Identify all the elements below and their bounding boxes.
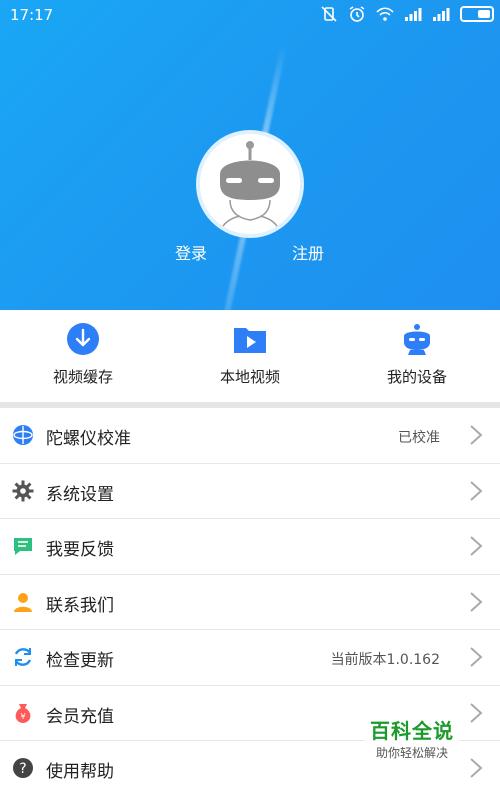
chevron-right-icon [470,702,483,723]
gyro-status: 已校准 [398,430,440,446]
svg-text:¥: ¥ [20,712,25,721]
alarm-icon [349,6,365,22]
menu-label: 陀螺仪校准 [46,429,131,449]
quick-label: 本地视频 [219,368,280,386]
register-link[interactable]: 注册 [292,240,324,264]
money-bag-icon: ¥ [15,703,31,723]
menu-label: 检查更新 [46,651,114,671]
menu-gyro-calibration[interactable]: 陀螺仪校准 已校准 [0,408,500,464]
menu-label: 系统设置 [46,484,114,505]
login-link[interactable]: 登录 [175,240,207,264]
menu-system-settings[interactable]: 系统设置 [0,463,500,519]
status-bar: 17:17 [0,0,500,30]
watermark-title: 百科全说 [370,719,454,743]
chevron-right-icon [470,758,483,778]
signal-icon [405,8,422,21]
download-circle-icon [67,323,99,355]
menu-feedback[interactable]: 我要反馈 [0,519,500,575]
menu-label: 联系我们 [46,595,114,616]
menu-check-update[interactable]: 检查更新 当前版本1.0.162 [0,630,500,686]
gear-icon [12,480,34,501]
watermark: 百科全说 助你轻松解决 [364,713,460,763]
refresh-icon [14,648,32,666]
robot-avatar-icon [200,134,300,234]
quick-video-cache[interactable]: 视频缓存 [0,310,166,402]
quick-label: 视频缓存 [52,368,113,386]
quick-local-video[interactable]: 本地视频 [167,310,333,402]
menu-contact-us[interactable]: 联系我们 [0,574,500,630]
menu-label: 我要反馈 [46,540,114,560]
chevron-right-icon [470,647,483,667]
vibrate-off-icon [321,6,337,22]
profile-header: 17:17 登录 注册 [0,0,500,310]
avatar[interactable] [196,130,304,238]
help-icon: ? [13,758,33,778]
chevron-right-icon [470,480,483,501]
chevron-right-icon [470,591,483,612]
gyroscope-icon [13,425,33,445]
wifi-icon [376,7,394,21]
battery-icon [460,6,494,22]
menu-label: 会员充值 [46,706,114,727]
feedback-icon [14,538,32,555]
signal-4g-icon [433,8,450,21]
quick-my-device[interactable]: 我的设备 [334,310,500,402]
watermark-subtitle: 助你轻松解决 [375,746,448,760]
robot-device-icon [404,324,430,355]
contact-person-icon [14,592,32,612]
quick-actions: 视频缓存 本地视频 我的设备 [0,310,500,402]
quick-label: 我的设备 [386,368,447,386]
menu-label: 使用帮助 [46,762,114,782]
status-icons [320,5,494,23]
folder-play-icon [234,328,266,353]
chevron-right-icon [470,536,483,556]
app-version: 当前版本1.0.162 [330,652,440,668]
svg-text:?: ? [19,761,26,777]
chevron-right-icon [470,425,483,445]
status-time: 17:17 [10,6,54,24]
